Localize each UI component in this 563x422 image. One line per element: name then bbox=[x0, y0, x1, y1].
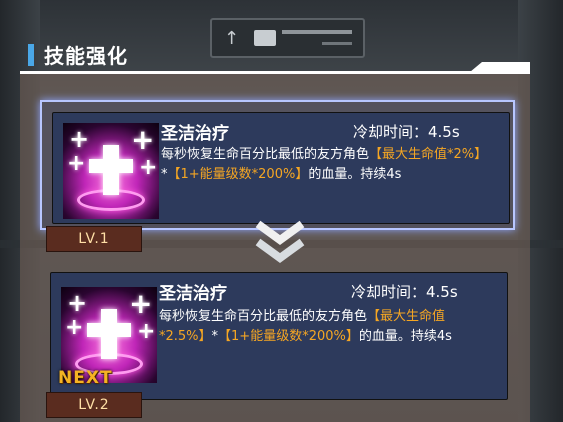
up-arrow-icon: ↑ bbox=[224, 28, 240, 49]
skill-description: 每秒恢复生命百分比最低的友方角色【最大生命值*2%】*【1+能量级数*200%】… bbox=[161, 145, 491, 185]
plus-spark-icon: + bbox=[65, 315, 84, 340]
desc-highlight: 【最大生命值*2%】 bbox=[369, 147, 488, 162]
plus-spark-icon: + bbox=[137, 319, 156, 344]
cross-horizontal bbox=[87, 323, 131, 337]
current-level-badge: LV.1 bbox=[46, 226, 142, 252]
header-accent-bar bbox=[28, 44, 34, 66]
sign-pictogram bbox=[254, 30, 276, 46]
skill-card-body: + + + + 圣洁治疗 冷却时间：4.5s 每秒恢复生命百分比最低的友方角色【… bbox=[50, 272, 508, 400]
skill-name: 圣洁治疗 bbox=[161, 124, 229, 144]
plus-spark-icon: + bbox=[67, 289, 88, 317]
desc-text: 的血量。持续4s bbox=[308, 167, 402, 182]
desc-text: 每秒恢复生命百分比最低的友方角色 bbox=[161, 147, 370, 162]
current-skill-card[interactable]: + + + + 圣洁治疗 冷却时间：4.5s 每秒恢复生命百分比最低的友方角色【… bbox=[40, 100, 515, 230]
double-chevron-down-icon bbox=[255, 220, 305, 263]
desc-highlight: 【1+能量级数*200%】 bbox=[167, 167, 309, 182]
next-tag: NEXT bbox=[58, 368, 113, 388]
skill-cooldown: 冷却时间：4.5s bbox=[353, 123, 460, 141]
sign-text-line bbox=[282, 30, 352, 34]
skill-card-body: + + + + 圣洁治疗 冷却时间：4.5s 每秒恢复生命百分比最低的友方角色【… bbox=[52, 112, 510, 224]
plus-spark-icon: + bbox=[139, 155, 158, 180]
holy-cross-icon: + + + + bbox=[63, 123, 159, 219]
plus-spark-icon: + bbox=[67, 151, 86, 176]
plus-spark-icon: + bbox=[129, 287, 153, 320]
plus-spark-icon: + bbox=[69, 125, 90, 153]
skill-description: 每秒恢复生命百分比最低的友方角色【最大生命值*2.5%】*【1+能量级数*200… bbox=[159, 307, 489, 347]
sign-text-line bbox=[322, 42, 352, 45]
desc-text: 的血量。持续4s bbox=[358, 329, 452, 344]
plus-spark-icon: + bbox=[131, 123, 155, 156]
skill-cooldown: 冷却时间：4.5s bbox=[351, 283, 458, 301]
background-exit-sign: ↑ bbox=[210, 18, 365, 58]
desc-text: 每秒恢复生命百分比最低的友方角色 bbox=[159, 309, 368, 324]
desc-highlight: 【1+能量级数*200%】 bbox=[218, 329, 359, 344]
cross-horizontal bbox=[89, 159, 133, 173]
page-title: 技能强化 bbox=[44, 44, 128, 68]
next-level-badge: LV.2 bbox=[46, 392, 142, 418]
skill-name: 圣洁治疗 bbox=[159, 284, 227, 304]
